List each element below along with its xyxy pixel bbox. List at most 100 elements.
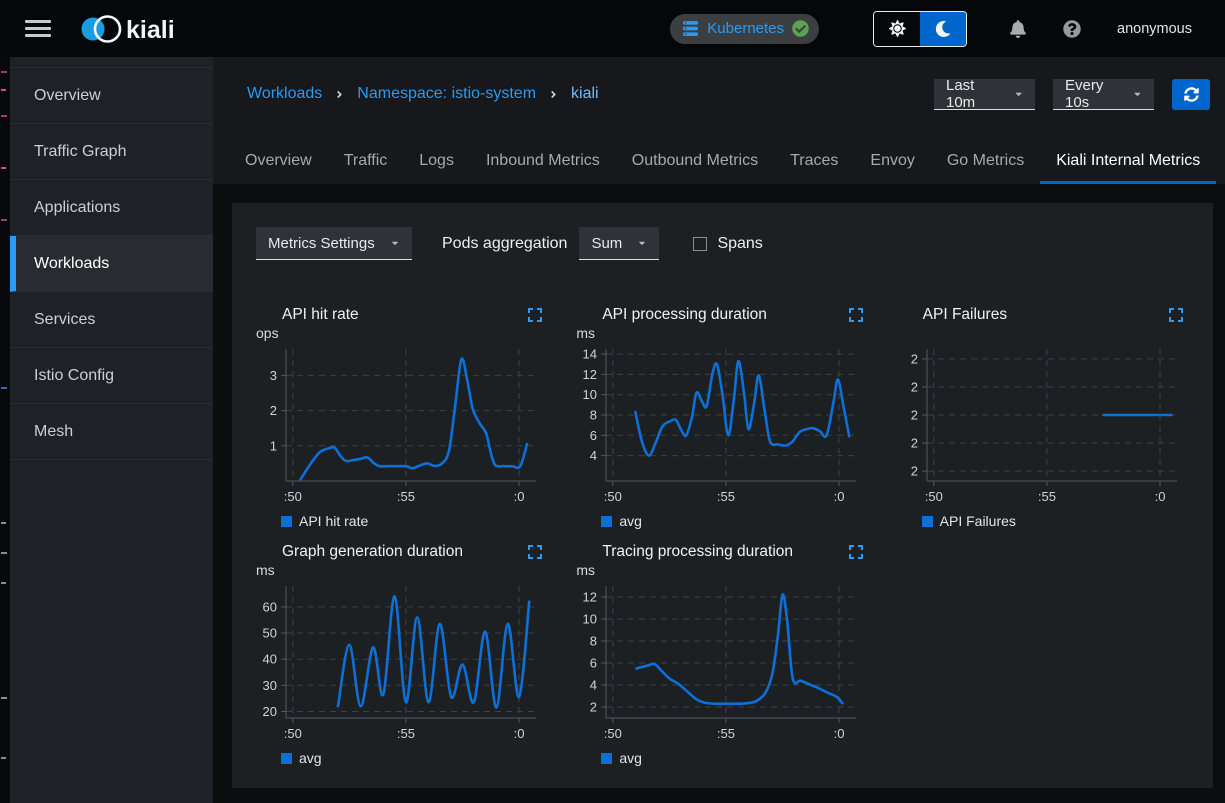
svg-text:12: 12	[583, 590, 597, 605]
breadcrumb-namespace-link[interactable]: Namespace: istio-system	[357, 85, 536, 103]
svg-text:10: 10	[583, 387, 597, 402]
tab-label: Go Metrics	[947, 152, 1024, 170]
workload-tabs: Overview Traffic Logs Inbound Metrics Ou…	[213, 138, 1225, 184]
chart-unit-label: ops	[256, 326, 548, 343]
breadcrumb: Workloads Namespace: istio-system kiali	[247, 85, 599, 103]
expand-icon	[849, 308, 863, 322]
kiali-logo[interactable]: kiali	[79, 11, 187, 47]
sidebar-item-services[interactable]: Services	[10, 292, 213, 348]
metrics-settings-dropdown[interactable]: Metrics Settings	[256, 227, 412, 260]
chart-legend[interactable]: API Failures	[922, 511, 1189, 531]
pods-aggregation-select[interactable]: Sum	[579, 227, 659, 260]
chart-legend[interactable]: avg	[601, 748, 868, 768]
expand-chart-button[interactable]	[849, 545, 863, 559]
svg-text:40: 40	[263, 652, 277, 667]
svg-text:4: 4	[590, 448, 597, 463]
help-button[interactable]	[1063, 20, 1081, 38]
tab-kiali-internal-metrics[interactable]: Kiali Internal Metrics	[1040, 138, 1216, 184]
tab-traces[interactable]: Traces	[774, 138, 854, 184]
question-circle-icon	[1063, 20, 1081, 38]
svg-text:2: 2	[910, 408, 917, 423]
tab-label: Overview	[245, 152, 312, 170]
svg-text::55: :55	[397, 726, 415, 741]
svg-text:6: 6	[590, 656, 597, 671]
refresh-interval-select[interactable]: Every 10s	[1053, 79, 1154, 110]
nav-toggle-hamburger-icon[interactable]	[25, 16, 51, 41]
tab-inbound-metrics[interactable]: Inbound Metrics	[470, 138, 616, 184]
legend-label: avg	[299, 750, 322, 766]
background-strip	[0, 57, 10, 803]
legend-swatch	[922, 516, 933, 527]
tab-go-metrics[interactable]: Go Metrics	[931, 138, 1040, 184]
legend-label: avg	[619, 750, 642, 766]
svg-text:2: 2	[910, 464, 917, 479]
svg-text::55: :55	[717, 726, 735, 741]
duration-select[interactable]: Last 10m	[934, 79, 1035, 110]
tab-overview[interactable]: Overview	[229, 138, 328, 184]
svg-text::50: :50	[924, 489, 942, 504]
refresh-button[interactable]	[1172, 79, 1210, 110]
expand-chart-button[interactable]	[849, 308, 863, 322]
spans-label: Spans	[717, 235, 762, 253]
legend-swatch	[281, 516, 292, 527]
notifications-button[interactable]	[1009, 20, 1027, 38]
bell-icon	[1009, 20, 1027, 38]
chart-legend[interactable]: avg	[281, 748, 548, 768]
chart-legend[interactable]: API hit rate	[281, 511, 548, 531]
user-menu[interactable]: anonymous	[1117, 21, 1192, 37]
svg-text:1: 1	[270, 438, 277, 453]
svg-text::55: :55	[1038, 489, 1056, 504]
tab-logs[interactable]: Logs	[403, 138, 470, 184]
sidebar-item-label: Istio Config	[34, 367, 114, 385]
svg-text::0: :0	[834, 726, 845, 741]
svg-text:8: 8	[590, 634, 597, 649]
chart-legend[interactable]: avg	[601, 511, 868, 531]
expand-chart-button[interactable]	[528, 545, 542, 559]
kiali-logo-icon: kiali	[79, 11, 187, 47]
sidebar-item-workloads[interactable]: Workloads	[10, 236, 213, 292]
sidebar-item-mesh[interactable]: Mesh	[10, 404, 213, 460]
svg-text:30: 30	[263, 678, 277, 693]
sidebar-item-traffic-graph[interactable]: Traffic Graph	[10, 124, 213, 180]
spans-checkbox-group: Spans	[693, 235, 762, 253]
masthead: kiali Kubernetes	[0, 0, 1225, 57]
svg-text:2: 2	[270, 403, 277, 418]
legend-swatch	[601, 516, 612, 527]
breadcrumb-workloads-link[interactable]: Workloads	[247, 85, 322, 103]
tab-envoy[interactable]: Envoy	[854, 138, 930, 184]
expand-icon	[528, 545, 542, 559]
svg-text::50: :50	[604, 489, 622, 504]
sidebar-item-istio-config[interactable]: Istio Config	[10, 348, 213, 404]
expand-icon	[849, 545, 863, 559]
expand-chart-button[interactable]	[528, 308, 542, 322]
sidebar-item-applications[interactable]: Applications	[10, 180, 213, 236]
duration-value: Last 10m	[946, 77, 1004, 111]
chart-tracing-processing-duration: Tracing processing duration ms 12108642:…	[576, 541, 868, 768]
sync-icon	[1184, 87, 1199, 102]
check-circle-icon	[792, 20, 809, 37]
chart-api-processing-duration: API processing duration ms 141210864:50:…	[576, 304, 868, 531]
svg-text:2: 2	[910, 351, 917, 366]
svg-text:10: 10	[583, 612, 597, 627]
dark-theme-button[interactable]	[920, 12, 966, 46]
sidebar-item-overview[interactable]: Overview	[10, 68, 213, 124]
tab-outbound-metrics[interactable]: Outbound Metrics	[616, 138, 774, 184]
sidebar-item-label: Overview	[34, 87, 101, 105]
expand-chart-button[interactable]	[1169, 308, 1183, 322]
breadcrumb-current-workload[interactable]: kiali	[571, 85, 599, 103]
svg-text::55: :55	[717, 489, 735, 504]
svg-text::0: :0	[514, 726, 525, 741]
sidebar-item-label: Traffic Graph	[34, 143, 126, 161]
spans-checkbox[interactable]	[693, 237, 707, 251]
svg-text:12: 12	[583, 367, 597, 382]
svg-text:14: 14	[583, 347, 597, 362]
caret-down-icon	[1014, 89, 1023, 99]
light-theme-button[interactable]	[874, 12, 920, 46]
legend-label: API Failures	[940, 513, 1016, 529]
svg-text:3: 3	[270, 368, 277, 383]
chart-title: API Failures	[923, 306, 1007, 324]
svg-text:2: 2	[590, 700, 597, 715]
svg-text::50: :50	[284, 489, 302, 504]
tab-traffic[interactable]: Traffic	[328, 138, 404, 184]
cluster-selector-button[interactable]: Kubernetes	[670, 14, 819, 44]
